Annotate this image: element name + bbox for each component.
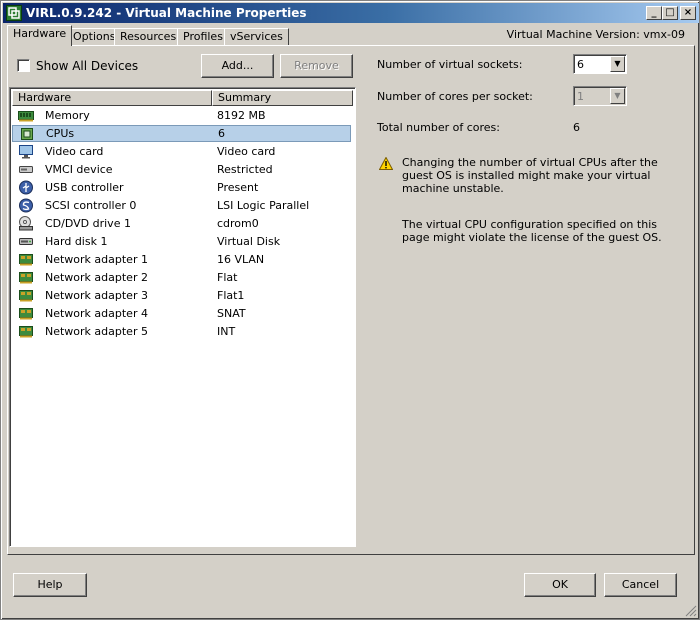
hardware-row-scsi-controller[interactable]: SCSI controller 0 LSI Logic Parallel [12,197,351,214]
close-button[interactable]: × [680,6,696,20]
window-title: VIRL.0.9.242 - Virtual Machine Propertie… [26,6,307,20]
hardware-row-vmci-device[interactable]: VMCI device Restricted [12,161,351,178]
maximize-button[interactable]: □ [662,6,678,20]
network-adapter-icon [19,254,33,266]
device-name: Network adapter 1 [45,253,148,266]
device-summary: Video card [217,145,276,158]
device-summary: Flat1 [217,289,245,302]
hard-disk-icon [19,238,33,245]
title-bar[interactable]: VIRL.0.9.242 - Virtual Machine Propertie… [3,3,699,23]
cd-drive-icon [19,216,33,231]
device-summary: Virtual Disk [217,235,281,248]
device-summary: INT [217,325,236,338]
column-header-hardware[interactable]: Hardware [12,90,212,106]
warning-icon [379,157,393,170]
scsi-icon [19,198,33,213]
network-adapter-icon [19,326,33,338]
license-note-text: The virtual CPU configuration specified … [402,218,662,244]
tab-profiles[interactable]: Profiles [177,28,229,46]
device-name: Network adapter 3 [45,289,148,302]
remove-button[interactable]: Remove [280,54,353,78]
device-name: Network adapter 2 [45,271,148,284]
device-name: SCSI controller 0 [45,199,137,212]
device-name: USB controller [45,181,124,194]
cancel-button[interactable]: Cancel [604,573,677,597]
sockets-select[interactable]: 6 ▼ [573,54,627,74]
hardware-row-cpus[interactable]: CPUs 6 [12,125,351,142]
device-summary: LSI Logic Parallel [217,199,310,212]
device-name: VMCI device [45,163,113,176]
device-name: CD/DVD drive 1 [45,217,131,230]
sockets-label: Number of virtual sockets: [377,58,523,71]
hardware-row-usb-controller[interactable]: USB controller Present [12,179,351,196]
monitor-icon [19,145,33,159]
ok-button[interactable]: OK [524,573,596,597]
cpu-icon [21,128,33,140]
cores-per-socket-label: Number of cores per socket: [377,90,533,103]
column-header-summary[interactable]: Summary [212,90,353,106]
vm-version-label: Virtual Machine Version: vmx-09 [506,28,685,41]
device-summary: SNAT [217,307,246,320]
hardware-row-network-adapter-4[interactable]: Network adapter 4 SNAT [12,305,351,322]
checkbox-box[interactable] [17,59,30,72]
show-all-devices-label: Show All Devices [36,59,139,73]
hardware-row-network-adapter-2[interactable]: Network adapter 2 Flat [12,269,351,286]
sockets-value: 6 [577,58,584,71]
network-adapter-icon [19,272,33,284]
network-adapter-icon [19,290,33,302]
cpu-warning-text: Changing the number of virtual CPUs afte… [402,156,658,195]
usb-icon [19,180,33,195]
vm-properties-window: VIRL.0.9.242 - Virtual Machine Propertie… [0,0,700,620]
tab-hardware[interactable]: Hardware [7,25,73,46]
device-summary: 8192 MB [217,109,266,122]
hardware-row-cd-dvd-drive[interactable]: CD/DVD drive 1 cdrom0 [12,215,351,232]
resize-grip-icon[interactable] [685,605,697,617]
hardware-row-network-adapter-5[interactable]: Network adapter 5 INT [12,323,351,340]
add-button[interactable]: Add... [201,54,274,78]
device-summary: Present [217,181,259,194]
device-name: Memory [45,109,90,122]
show-all-devices-checkbox[interactable]: Show All Devices [17,59,138,73]
device-summary: 16 VLAN [217,253,265,266]
hardware-list[interactable]: Hardware Summary Memory 8192 MB CPUs 6 V… [9,87,356,547]
device-name: Network adapter 5 [45,325,148,338]
device-summary: 6 [218,127,225,140]
device-name: CPUs [46,127,75,140]
minimize-button[interactable]: _ [646,6,662,20]
tab-resources[interactable]: Resources [114,28,183,46]
network-adapter-icon [19,308,33,320]
device-icon [19,166,33,173]
memory-icon [18,111,34,122]
chevron-down-icon[interactable]: ▼ [610,88,625,104]
total-cores-label: Total number of cores: [377,121,500,134]
cores-per-socket-value: 1 [577,90,584,103]
device-name: Network adapter 4 [45,307,148,320]
hardware-row-network-adapter-1[interactable]: Network adapter 1 16 VLAN [12,251,351,268]
device-summary: cdrom0 [217,217,259,230]
chevron-down-icon[interactable]: ▼ [610,56,625,72]
help-button[interactable]: Help [13,573,87,597]
hardware-row-memory[interactable]: Memory 8192 MB [12,107,351,124]
hardware-row-network-adapter-3[interactable]: Network adapter 3 Flat1 [12,287,351,304]
device-name: Hard disk 1 [45,235,108,248]
cores-per-socket-select[interactable]: 1 ▼ [573,86,627,106]
device-summary: Restricted [217,163,273,176]
device-summary: Flat [217,271,238,284]
device-name: Video card [45,145,104,158]
hardware-row-hard-disk[interactable]: Hard disk 1 Virtual Disk [12,233,351,250]
vsphere-app-icon [6,5,22,21]
tab-vservices[interactable]: vServices [224,28,289,46]
hardware-row-video-card[interactable]: Video card Video card [12,143,351,160]
total-cores-value: 6 [573,121,580,134]
